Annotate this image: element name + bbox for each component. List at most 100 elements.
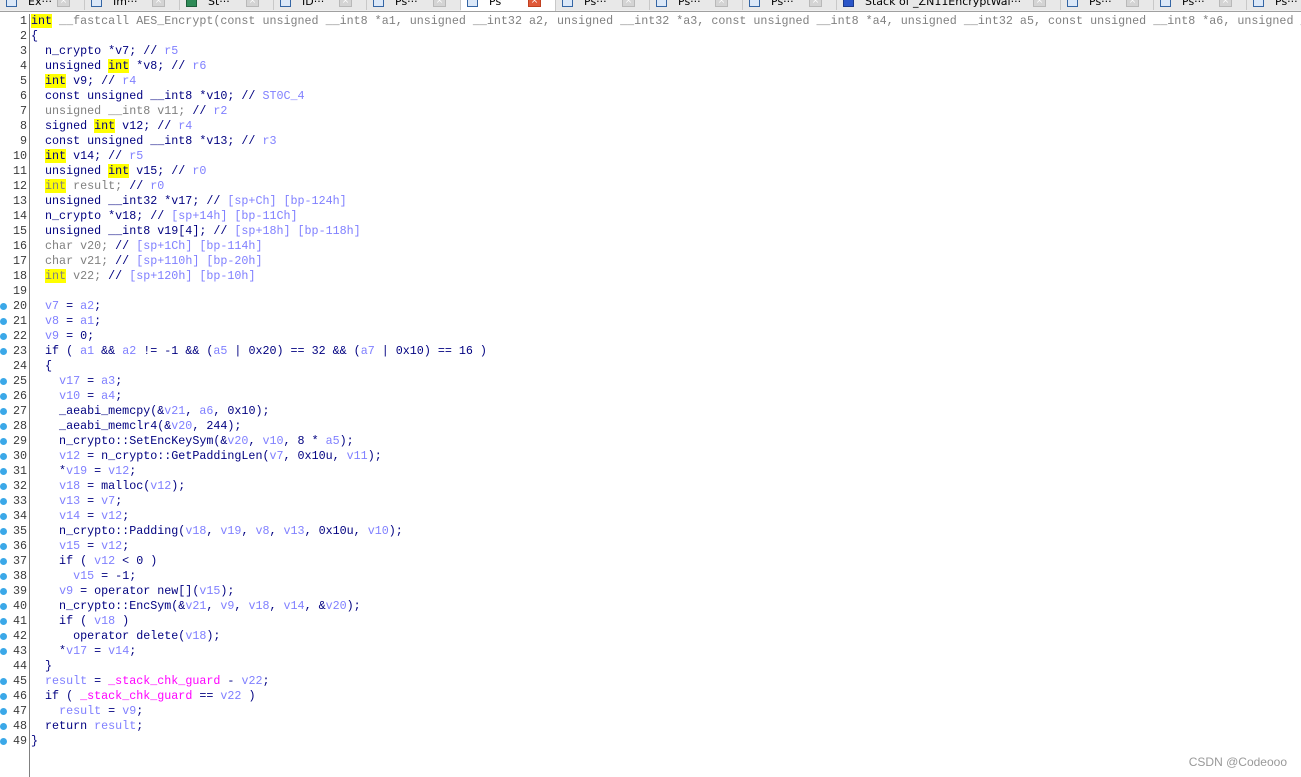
code-line[interactable]: 15 unsigned __int8 v19[4]; // [sp+18h] […: [0, 224, 1301, 239]
code-line[interactable]: 46 if ( _stack_chk_guard == v22 ): [0, 689, 1301, 704]
code-token: v9: [122, 704, 137, 718]
code-line[interactable]: 31 *v19 = v12;: [0, 464, 1301, 479]
code-token: a7: [360, 344, 375, 358]
code-line[interactable]: 27 _aeabi_memcpy(&v21, a6, 0x10);: [0, 404, 1301, 419]
code-line[interactable]: 14 n_crypto *v18; // [sp+14h] [bp-11Ch]: [0, 209, 1301, 224]
code-token: );: [339, 434, 354, 448]
code-text: unsigned __int8 v19[4]; // [sp+18h] [bp-…: [31, 224, 361, 239]
code-line[interactable]: 23 if ( a1 && a2 != -1 && (a5 | 0x20) ==…: [0, 344, 1301, 359]
tab[interactable]: Im··· ×: [85, 0, 180, 10]
code-line[interactable]: 16 char v20; // [sp+1Ch] [bp-114h]: [0, 239, 1301, 254]
pseudocode-view[interactable]: 1 int __fastcall AES_Encrypt(const unsign…: [0, 14, 1301, 777]
code-line[interactable]: 12 int result; // r0: [0, 179, 1301, 194]
code-line[interactable]: 33 v13 = v7;: [0, 494, 1301, 509]
code-line[interactable]: 43 *v17 = v14;: [0, 644, 1301, 659]
code-token: v19: [66, 464, 88, 478]
tab[interactable]: Ps ×: [461, 0, 556, 11]
line-number: 24: [12, 359, 27, 373]
code-line[interactable]: 34 v14 = v12;: [0, 509, 1301, 524]
code-line[interactable]: 30 v12 = n_crypto::GetPaddingLen(v7, 0x1…: [0, 449, 1301, 464]
close-tab-icon[interactable]: ×: [1033, 0, 1046, 7]
code-token: < 0 ): [115, 554, 158, 568]
line-number: 9: [19, 134, 27, 148]
tab[interactable]: Ps···×: [1154, 0, 1247, 10]
code-line[interactable]: 9 const unsigned __int8 *v13; // r3: [0, 134, 1301, 149]
tab[interactable]: ID··· ×: [274, 0, 367, 10]
code-token: [sp+120h] [bp-10h]: [129, 269, 256, 283]
close-tab-icon[interactable]: ×: [57, 0, 70, 7]
tab[interactable]: Ps···×: [743, 0, 837, 10]
tab[interactable]: Ps···×: [367, 0, 461, 10]
tab[interactable]: Stack of _ZN11EncryptWal··· ×: [837, 0, 1061, 10]
code-line[interactable]: 3 n_crypto *v7; // r5: [0, 44, 1301, 59]
code-line[interactable]: 19: [0, 284, 1301, 299]
close-tab-icon[interactable]: ×: [152, 0, 165, 7]
code-token: v18: [94, 614, 116, 628]
code-line[interactable]: 47 result = v9;: [0, 704, 1301, 719]
code-token: [sp+14h] [bp-11Ch]: [171, 209, 298, 223]
code-line[interactable]: 45 result = _stack_chk_guard - v22;: [0, 674, 1301, 689]
code-line[interactable]: 26 v10 = a4;: [0, 389, 1301, 404]
close-tab-icon[interactable]: ×: [339, 0, 352, 7]
code-token: &&: [94, 344, 123, 358]
code-line[interactable]: 32 v18 = malloc(v12);: [0, 479, 1301, 494]
code-line[interactable]: 28 _aeabi_memclr4(&v20, 244);: [0, 419, 1301, 434]
code-line[interactable]: 1 int __fastcall AES_Encrypt(const unsign…: [0, 14, 1301, 29]
code-line[interactable]: 39 v9 = operator new[](v15);: [0, 584, 1301, 599]
code-line[interactable]: 18 int v22; // [sp+120h] [bp-10h]: [0, 269, 1301, 284]
code-line[interactable]: 25 v17 = a3;: [0, 374, 1301, 389]
tab[interactable]: Ps···×: [1247, 0, 1301, 10]
code-token: [sp+Ch] [bp-124h]: [227, 194, 347, 208]
code-line[interactable]: 2{: [0, 29, 1301, 44]
code-token: v18: [185, 524, 207, 538]
pseudocode-icon: [749, 0, 760, 7]
code-line[interactable]: 17 char v21; // [sp+110h] [bp-20h]: [0, 254, 1301, 269]
code-line[interactable]: 24 {: [0, 359, 1301, 374]
code-line[interactable]: 8 signed int v12; // r4: [0, 119, 1301, 134]
code-line[interactable]: 40 n_crypto::EncSym(&v21, v9, v18, v14, …: [0, 599, 1301, 614]
code-line[interactable]: 42 operator delete(v18);: [0, 629, 1301, 644]
close-tab-icon[interactable]: ×: [1219, 0, 1232, 7]
tab[interactable]: Ex··· ×: [0, 0, 85, 10]
code-line[interactable]: 10 int v14; // r5: [0, 149, 1301, 164]
code-line[interactable]: 49}: [0, 734, 1301, 749]
close-tab-icon[interactable]: ×: [1126, 0, 1139, 7]
code-line[interactable]: 38 v15 = -1;: [0, 569, 1301, 584]
code-line[interactable]: 6 const unsigned __int8 *v10; // ST0C_4: [0, 89, 1301, 104]
code-token: [sp+18h] [bp-118h]: [234, 224, 361, 238]
line-number: 7: [19, 104, 27, 118]
code-line[interactable]: 11 unsigned int v15; // r0: [0, 164, 1301, 179]
code-token: v13: [59, 494, 81, 508]
tab[interactable]: St··· ×: [180, 0, 274, 10]
close-tab-icon[interactable]: ×: [246, 0, 259, 7]
code-line[interactable]: 29 n_crypto::SetEncKeySym(&v20, v10, 8 *…: [0, 434, 1301, 449]
code-token: r2: [213, 104, 228, 118]
code-line[interactable]: 41 if ( v18 ): [0, 614, 1301, 629]
code-line[interactable]: 4 unsigned int *v8; // r6: [0, 59, 1301, 74]
close-tab-icon[interactable]: ×: [809, 0, 822, 7]
code-line[interactable]: 44 }: [0, 659, 1301, 674]
close-tab-icon[interactable]: ×: [528, 0, 541, 7]
code-token: v10: [367, 524, 389, 538]
code-line[interactable]: 36 v15 = v12;: [0, 539, 1301, 554]
code-line[interactable]: 13 unsigned __int32 *v17; // [sp+Ch] [bp…: [0, 194, 1301, 209]
tab[interactable]: Ps···×: [1061, 0, 1154, 10]
code-line[interactable]: 21 v8 = a1;: [0, 314, 1301, 329]
tab[interactable]: Ps···×: [556, 0, 650, 10]
code-line[interactable]: 5 int v9; // r4: [0, 74, 1301, 89]
code-line[interactable]: 20 v7 = a2;: [0, 299, 1301, 314]
tab[interactable]: Ps···×: [650, 0, 743, 10]
close-tab-icon[interactable]: ×: [715, 0, 728, 7]
code-token: v10: [262, 434, 284, 448]
code-line[interactable]: 7 unsigned __int8 v11; // r2: [0, 104, 1301, 119]
code-token: | 0x20) == 32 && (: [227, 344, 361, 358]
code-line[interactable]: 37 if ( v12 < 0 ): [0, 554, 1301, 569]
code-line[interactable]: 48 return result;: [0, 719, 1301, 734]
close-tab-icon[interactable]: ×: [622, 0, 635, 7]
close-tab-icon[interactable]: ×: [433, 0, 446, 7]
code-line[interactable]: 22 v9 = 0;: [0, 329, 1301, 344]
code-line[interactable]: 35 n_crypto::Padding(v18, v19, v8, v13, …: [0, 524, 1301, 539]
code-token: v13: [283, 524, 305, 538]
